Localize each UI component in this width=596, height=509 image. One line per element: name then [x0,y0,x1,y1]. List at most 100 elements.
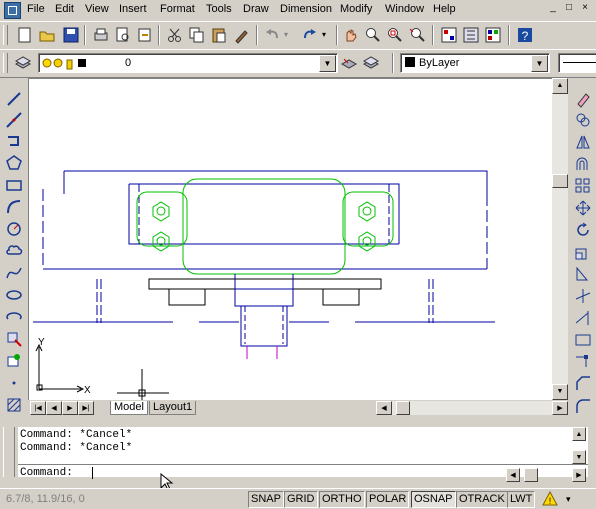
menu-edit[interactable]: Edit [55,3,74,15]
properties-icon[interactable] [440,26,458,44]
rectangle-icon[interactable] [5,176,23,194]
cmd-scroll-down-icon[interactable]: ▼ [572,450,586,464]
layer-dropdown[interactable]: 0 ▼ [38,53,338,73]
match-properties-icon[interactable] [232,26,250,44]
polar-toggle[interactable]: POLAR [366,491,410,508]
undo-icon[interactable] [264,26,282,44]
publish-icon[interactable] [136,26,154,44]
menu-tools[interactable]: Tools [206,3,232,15]
lwt-toggle[interactable]: LWT [507,491,536,508]
line-icon[interactable] [5,90,23,108]
stretch-icon[interactable] [574,265,592,283]
otrack-toggle[interactable]: OTRACK [456,491,508,508]
toolbar-grip[interactable] [3,25,8,45]
tab-last-icon[interactable]: ▶| [78,401,94,415]
menu-file[interactable]: File [27,3,45,15]
revision-cloud-icon[interactable] [5,242,23,260]
cmd-hscroll-right-icon[interactable]: ▶ [572,468,586,482]
print-icon[interactable] [92,26,110,44]
zoom-previous-icon[interactable] [408,26,426,44]
save-icon[interactable] [62,26,80,44]
paste-icon[interactable] [210,26,228,44]
hscroll-thumb[interactable] [396,401,410,415]
open-folder-icon[interactable] [38,26,56,44]
circle-icon[interactable] [5,220,23,238]
command-grip[interactable] [3,427,15,477]
menu-window[interactable]: Window [385,3,424,15]
communication-center-icon[interactable]: ! [542,491,558,507]
copy-object-icon[interactable] [574,111,592,129]
ellipse-icon[interactable] [5,286,23,304]
color-dropdown[interactable]: ByLayer ▼ [400,53,550,73]
menu-help[interactable]: Help [433,3,456,15]
command-input[interactable] [92,467,93,479]
spline-icon[interactable] [5,264,23,282]
autocad-app-icon[interactable] [4,2,21,19]
hscroll-right-icon[interactable]: ▶ [552,401,568,415]
move-icon[interactable] [574,199,592,217]
grid-toggle[interactable]: GRID [284,491,318,508]
design-center-icon[interactable] [462,26,480,44]
drawing-canvas[interactable]: Y X [28,78,554,402]
tab-next-icon[interactable]: ▶ [62,401,78,415]
vertical-scrollbar[interactable]: ▲ ▼ [552,78,568,400]
menu-modify[interactable]: Modify [340,3,372,15]
hscroll-left-icon[interactable]: ◀ [376,401,392,415]
menu-insert[interactable]: Insert [119,3,147,15]
cmd-hscroll-left-icon[interactable]: ◀ [506,468,520,482]
linetype-dropdown[interactable] [558,53,596,73]
menu-draw[interactable]: Draw [243,3,269,15]
fillet-icon[interactable] [574,397,592,415]
snap-toggle[interactable]: SNAP [248,491,284,508]
trim-icon[interactable] [574,287,592,305]
cmd-hscroll-thumb[interactable] [524,468,538,482]
cut-icon[interactable] [166,26,184,44]
menu-format[interactable]: Format [160,3,195,15]
tab-prev-icon[interactable]: ◀ [46,401,62,415]
erase-icon[interactable] [574,90,592,108]
zoom-realtime-icon[interactable] [364,26,382,44]
layer-previous-icon[interactable] [362,54,380,72]
print-preview-icon[interactable] [114,26,132,44]
status-menu-arrow-icon[interactable]: ▾ [566,494,571,505]
redo-dropdown-icon[interactable]: ▾ [322,30,326,39]
close-button[interactable]: × [578,2,592,15]
polyline-icon[interactable] [5,132,23,150]
ortho-toggle[interactable]: ORTHO [319,491,365,508]
color-dropdown-arrow[interactable]: ▼ [531,55,548,72]
scale-icon[interactable] [574,243,592,261]
new-file-icon[interactable] [16,26,34,44]
scroll-thumb[interactable] [552,174,568,188]
tab-layout1[interactable]: Layout1 [149,401,197,415]
make-block-icon[interactable] [5,352,23,370]
menu-view[interactable]: View [85,3,109,15]
insert-block-icon[interactable] [5,330,23,348]
hatch-icon[interactable] [5,396,23,414]
array-icon[interactable] [574,177,592,195]
menu-dimension[interactable]: Dimension [280,3,332,15]
layer-properties-icon[interactable] [14,54,32,72]
horizontal-scrollbar[interactable] [392,401,552,415]
polygon-icon[interactable] [5,154,23,172]
cmd-scroll-up-icon[interactable]: ▲ [572,427,586,441]
undo-dropdown-icon[interactable]: ▾ [284,30,288,39]
minimize-button[interactable]: _ [546,2,560,15]
extend-icon[interactable] [574,309,592,327]
help-icon[interactable]: ? [516,26,534,44]
scroll-up-arrow-icon[interactable]: ▲ [552,78,568,94]
rotate-icon[interactable] [574,221,592,239]
arc-icon[interactable] [5,198,23,216]
chamfer-icon[interactable] [574,375,592,393]
restore-button[interactable]: □ [562,2,576,15]
osnap-toggle[interactable]: OSNAP [411,491,456,508]
copy-icon[interactable] [188,26,206,44]
tab-model[interactable]: Model [110,401,148,415]
pan-realtime-icon[interactable] [342,26,360,44]
mirror-icon[interactable] [574,133,592,151]
tool-palettes-icon[interactable] [484,26,502,44]
offset-icon[interactable] [574,155,592,173]
layer-dropdown-arrow[interactable]: ▼ [319,55,336,72]
make-object-layer-current-icon[interactable] [340,54,358,72]
point-icon[interactable] [5,374,23,392]
ellipse-arc-icon[interactable] [5,308,23,326]
